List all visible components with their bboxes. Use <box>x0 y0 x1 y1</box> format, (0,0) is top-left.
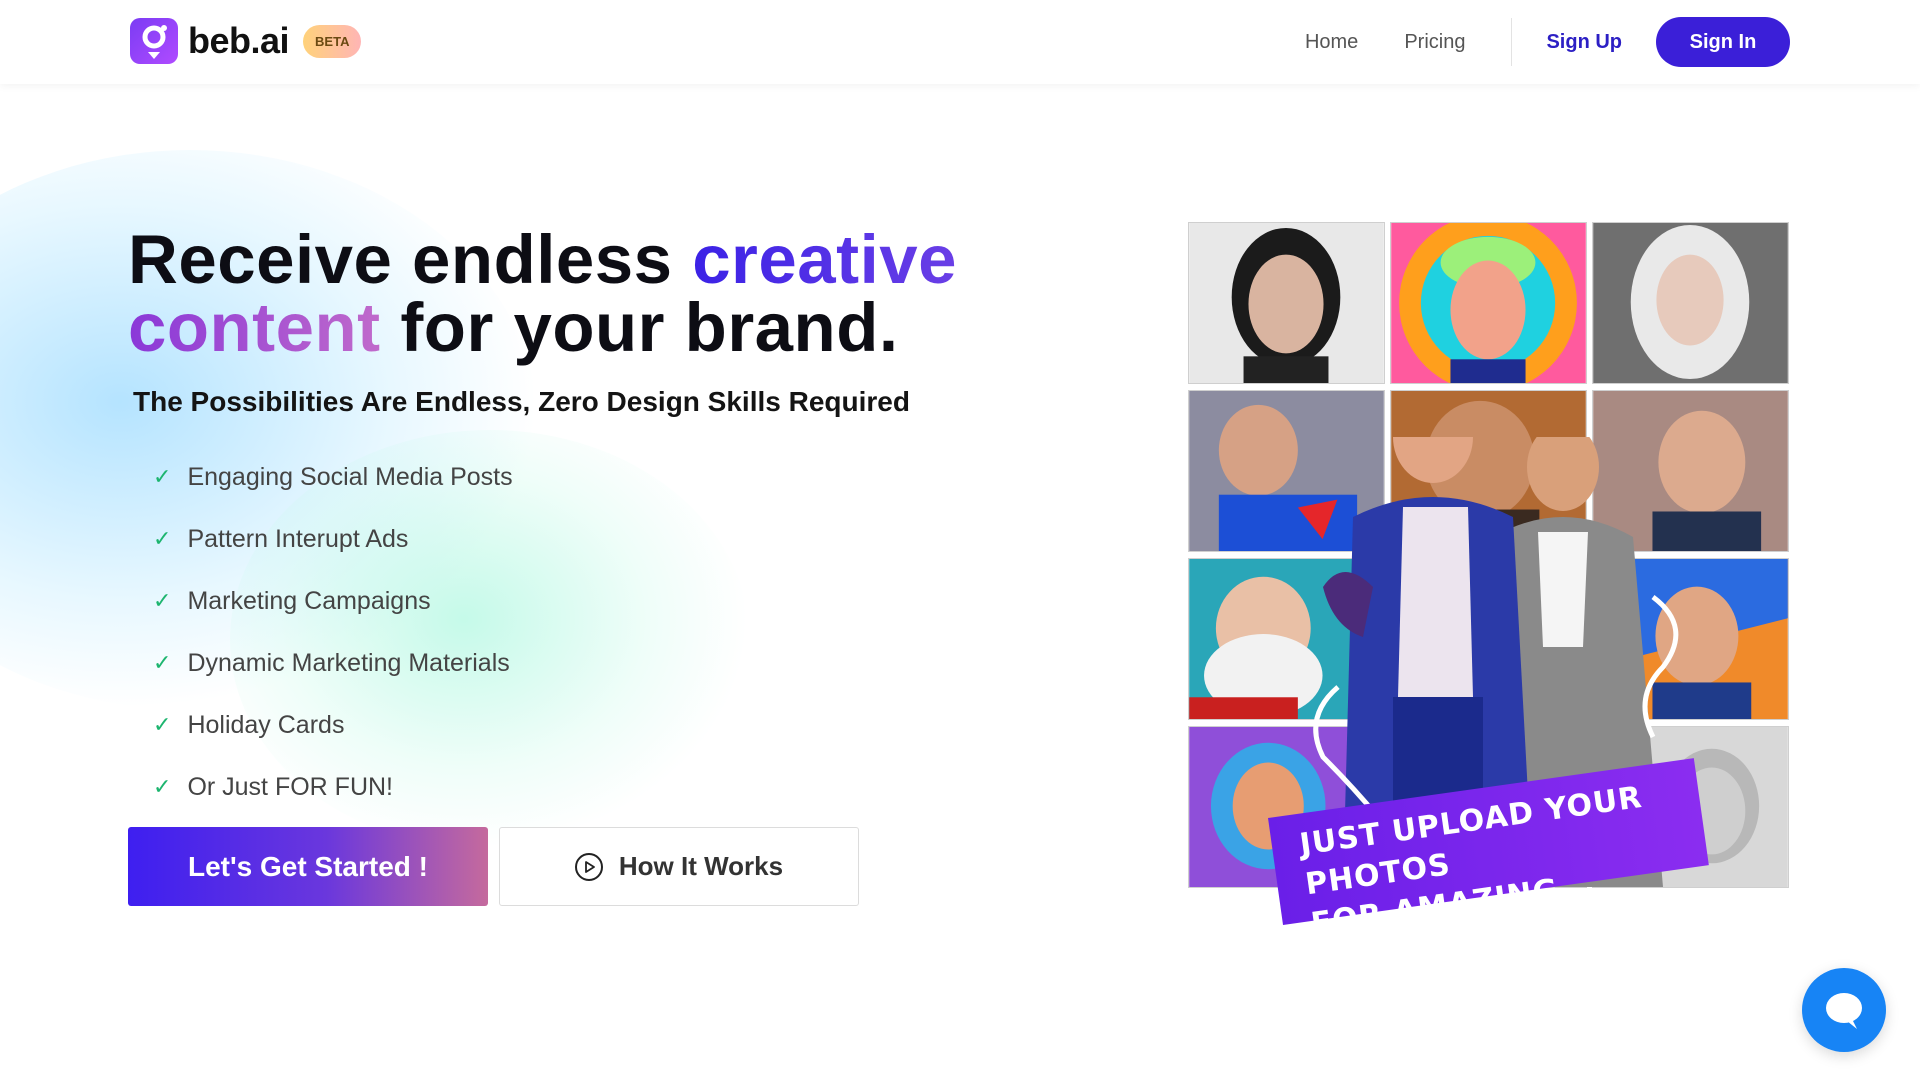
hero-title: Receive endless creative content for you… <box>128 225 1108 362</box>
how-it-works-button[interactable]: How It Works <box>499 827 859 906</box>
beta-badge: BETA <box>303 24 362 58</box>
chat-icon <box>1826 993 1862 1029</box>
feature-list: ✓ Engaging Social Media Posts ✓ Pattern In… <box>153 446 513 818</box>
feature-label: Pattern Interupt Ads <box>187 524 409 553</box>
landing-page: beb.ai BETA Home Pricing Sign Up Sign In… <box>0 0 1920 1080</box>
hero-title-part2: for your brand. <box>380 289 899 366</box>
portrait-tile-pop-art <box>1390 222 1587 384</box>
feature-item: ✓ Dynamic Marketing Materials <box>153 632 513 694</box>
feature-item: ✓ Engaging Social Media Posts <box>153 446 513 508</box>
sign-in-button[interactable]: Sign In <box>1656 17 1790 67</box>
feature-label: Marketing Campaigns <box>187 586 431 615</box>
brand-name: beb.ai <box>188 20 290 61</box>
feature-label: Holiday Cards <box>187 710 345 739</box>
main-nav: Home Pricing Sign Up Sign In <box>1305 17 1790 67</box>
feature-item: ✓ Or Just FOR FUN! <box>153 756 513 818</box>
hero-title-highlight-content: content <box>128 289 381 366</box>
nav-divider <box>1511 18 1513 66</box>
how-it-works-label: How It Works <box>618 851 784 881</box>
nav-pricing[interactable]: Pricing <box>1404 31 1465 54</box>
portrait-tile-dark-hair <box>1188 222 1385 384</box>
check-icon: ✓ <box>153 464 172 489</box>
feature-label: Dynamic Marketing Materials <box>187 648 510 677</box>
site-header: beb.ai BETA Home Pricing Sign Up Sign In <box>0 0 1920 84</box>
nav-home[interactable]: Home <box>1305 31 1358 54</box>
check-icon: ✓ <box>153 588 172 613</box>
brand-logo[interactable]: beb.ai BETA <box>130 18 362 64</box>
chat-widget-button[interactable] <box>1802 968 1886 1052</box>
check-icon: ✓ <box>153 712 172 737</box>
portrait-tile-elf <box>1592 222 1789 384</box>
feature-item: ✓ Holiday Cards <box>153 694 513 756</box>
sign-up-link[interactable]: Sign Up <box>1546 31 1622 54</box>
feature-item: ✓ Marketing Campaigns <box>153 570 513 632</box>
hero-subtitle: The Possibilities Are Endless, Zero Desi… <box>133 386 910 417</box>
hero-title-part1: Receive endless <box>128 221 693 298</box>
play-circle-icon <box>574 852 603 881</box>
feature-item: ✓ Pattern Interupt Ads <box>153 508 513 570</box>
check-icon: ✓ <box>153 650 172 675</box>
camera-pin-icon <box>130 18 178 64</box>
check-icon: ✓ <box>153 774 172 799</box>
check-icon: ✓ <box>153 526 172 551</box>
feature-label: Engaging Social Media Posts <box>187 462 513 491</box>
hero-title-highlight-creative: creative <box>692 221 958 298</box>
get-started-button[interactable]: Let's Get Started ! <box>128 827 488 906</box>
feature-label: Or Just FOR FUN! <box>187 772 393 801</box>
